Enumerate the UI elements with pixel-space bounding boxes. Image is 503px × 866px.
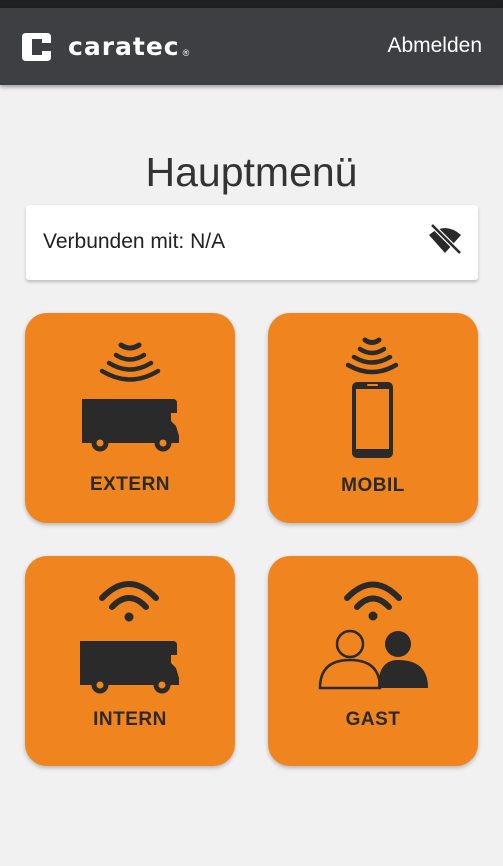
tile-intern-label: INTERN [93,709,167,730]
tile-mobil[interactable]: MOBIL [268,313,478,523]
wifi-off-icon [429,223,462,255]
tile-gast-label: GAST [345,709,401,730]
tile-gast-graphic [318,581,428,690]
page-title: Hauptmenü [145,149,358,196]
smartphone-icon [352,382,393,458]
motorhome-icon [80,641,179,694]
guests-icon [318,629,428,690]
broadcast-icon [345,337,399,375]
tile-extern[interactable]: EXTERN [25,313,235,523]
tile-gast[interactable]: GAST [268,556,478,766]
wifi-icon [344,581,402,621]
registered-mark: ® [182,48,190,58]
tile-intern[interactable]: INTERN [25,556,235,766]
tile-extern-label: EXTERN [89,474,171,495]
broadcast-icon [99,342,161,382]
app-bar: caratec ® Abmelden [0,8,503,85]
brand-name: caratec [68,32,180,61]
wifi-icon [99,581,159,622]
motorhome-icon [82,399,179,452]
tile-mobil-label: MOBIL [341,475,405,496]
connection-status-card: Verbunden mit: N/A [26,205,478,280]
connection-status-text: Verbunden mit: N/A [43,230,226,253]
status-bar [0,0,503,8]
logout-button[interactable]: Abmelden [387,33,482,59]
caratec-logo: caratec ® [20,30,189,64]
tile-intern-graphic [80,581,179,694]
caratec-logo-mark-icon [22,33,51,61]
